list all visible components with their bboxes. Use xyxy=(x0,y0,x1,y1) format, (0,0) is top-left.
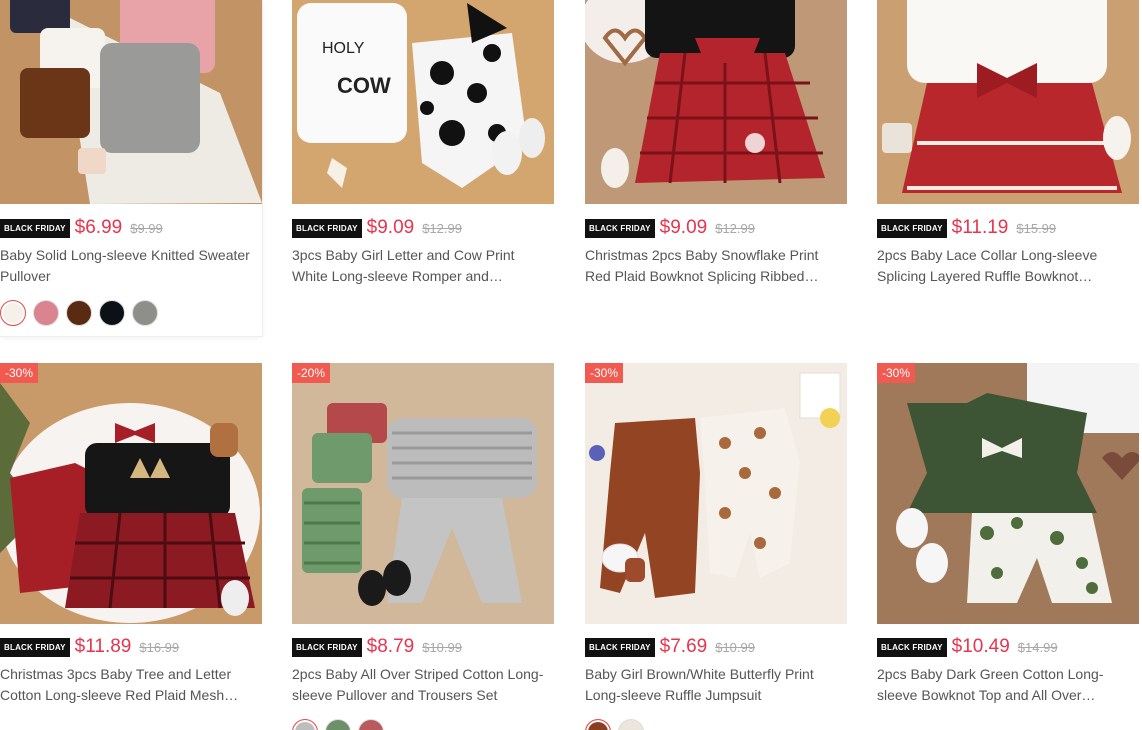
product-image[interactable] xyxy=(585,0,847,204)
product-photo xyxy=(0,0,262,204)
color-swatch[interactable] xyxy=(618,719,644,730)
product-card[interactable]: BLACK FRIDAY $9.09 $12.99 Christmas 2pcs… xyxy=(585,0,847,300)
product-card[interactable]: -30% BLACK FRIDAY $7.69 $10.99 Baby Girl… xyxy=(585,363,847,730)
discount-badge: -30% xyxy=(0,363,39,383)
price-row: BLACK FRIDAY $10.49 $14.99 xyxy=(877,635,1058,659)
color-swatches xyxy=(0,300,158,326)
product-title[interactable]: 2pcs Baby Lace Collar Long-sleeve Splici… xyxy=(877,245,1135,287)
black-friday-badge: BLACK FRIDAY xyxy=(0,218,70,238)
product-photo xyxy=(585,363,847,624)
price-row: BLACK FRIDAY $9.09 $12.99 xyxy=(292,216,462,240)
color-swatch[interactable] xyxy=(132,300,158,326)
product-card[interactable]: -30% BLACK FRIDAY $11.89 $16.99 Christma… xyxy=(0,363,262,730)
color-swatch[interactable] xyxy=(99,300,125,326)
product-image[interactable]: -20% xyxy=(292,363,554,624)
product-photo xyxy=(585,0,847,204)
product-image[interactable] xyxy=(0,0,262,204)
original-price: $16.99 xyxy=(139,639,180,655)
price-row: BLACK FRIDAY $11.19 $15.99 xyxy=(877,216,1056,240)
product-image[interactable]: -30% xyxy=(0,363,262,624)
color-swatch[interactable] xyxy=(585,719,611,730)
product-image[interactable]: -30% xyxy=(877,363,1139,624)
black-friday-badge: BLACK FRIDAY xyxy=(585,637,655,657)
discount-badge: -20% xyxy=(292,363,331,383)
product-photo xyxy=(0,363,262,624)
color-swatches xyxy=(585,719,644,730)
color-swatch[interactable] xyxy=(0,300,26,326)
black-friday-badge: BLACK FRIDAY xyxy=(877,218,947,238)
color-swatch[interactable] xyxy=(292,719,318,730)
original-price: $15.99 xyxy=(1016,220,1057,236)
svg-text:COW: COW xyxy=(337,73,391,98)
sale-price: $11.19 xyxy=(951,217,1009,238)
product-card[interactable]: BLACK FRIDAY $6.99 $9.99 Baby Solid Long… xyxy=(0,0,262,336)
product-image[interactable] xyxy=(877,0,1139,204)
original-price: $14.99 xyxy=(1017,639,1058,655)
product-photo xyxy=(877,0,1139,204)
black-friday-badge: BLACK FRIDAY xyxy=(292,637,362,657)
price-row: BLACK FRIDAY $11.89 $16.99 xyxy=(0,635,179,659)
original-price: $10.99 xyxy=(422,639,462,655)
sale-price: $9.09 xyxy=(659,217,708,238)
product-image[interactable]: HOLY COW xyxy=(292,0,554,204)
product-title[interactable]: Christmas 3pcs Baby Tree and Letter Cott… xyxy=(0,664,258,706)
black-friday-badge: BLACK FRIDAY xyxy=(877,637,947,657)
product-photo xyxy=(877,363,1139,624)
black-friday-badge: BLACK FRIDAY xyxy=(0,637,70,657)
product-title[interactable]: Baby Girl Brown/White Butterfly Print Lo… xyxy=(585,664,843,706)
product-card[interactable]: -30% BLACK FRIDAY $10.49 $14.99 2pcs Bab… xyxy=(877,363,1139,730)
product-title[interactable]: 2pcs Baby All Over Striped Cotton Long-s… xyxy=(292,664,550,706)
product-card[interactable]: -20% BLACK FRIDAY $8.79 $10.99 2pcs Baby… xyxy=(292,363,554,730)
discount-badge: -30% xyxy=(585,363,624,383)
price-row: BLACK FRIDAY $9.09 $12.99 xyxy=(585,216,755,240)
product-title[interactable]: 2pcs Baby Dark Green Cotton Long-sleeve … xyxy=(877,664,1135,706)
color-swatch[interactable] xyxy=(358,719,384,730)
product-photo xyxy=(292,363,554,624)
color-swatch[interactable] xyxy=(325,719,351,730)
black-friday-badge: BLACK FRIDAY xyxy=(585,218,655,238)
price-row: BLACK FRIDAY $7.69 $10.99 xyxy=(585,635,755,659)
color-swatches xyxy=(292,719,384,730)
sale-price: $11.89 xyxy=(74,636,132,657)
price-row: BLACK FRIDAY $6.99 $9.99 xyxy=(0,216,163,240)
black-friday-badge: BLACK FRIDAY xyxy=(292,218,362,238)
sale-price: $7.69 xyxy=(659,636,708,657)
product-title[interactable]: 3pcs Baby Girl Letter and Cow Print Whit… xyxy=(292,245,550,287)
original-price: $10.99 xyxy=(715,639,755,655)
product-card[interactable]: BLACK FRIDAY $11.19 $15.99 2pcs Baby Lac… xyxy=(877,0,1139,300)
discount-badge: -30% xyxy=(877,363,916,383)
sale-price: $6.99 xyxy=(74,217,123,238)
sale-price: $10.49 xyxy=(951,636,1010,657)
product-title[interactable]: Christmas 2pcs Baby Snowflake Print Red … xyxy=(585,245,843,287)
product-image[interactable]: -30% xyxy=(585,363,847,624)
product-title[interactable]: Baby Solid Long-sleeve Knitted Sweater P… xyxy=(0,245,258,287)
original-price: $12.99 xyxy=(715,220,755,236)
color-swatch[interactable] xyxy=(66,300,92,326)
price-row: BLACK FRIDAY $8.79 $10.99 xyxy=(292,635,462,659)
sale-price: $8.79 xyxy=(366,636,415,657)
product-card[interactable]: HOLY COW BLACK FRIDAY $9.09 $12.99 3pcs … xyxy=(292,0,554,300)
sale-price: $9.09 xyxy=(366,217,415,238)
original-price: $9.99 xyxy=(130,220,163,236)
svg-text:HOLY: HOLY xyxy=(322,40,365,57)
product-photo: HOLY COW xyxy=(292,0,554,204)
color-swatch[interactable] xyxy=(33,300,59,326)
original-price: $12.99 xyxy=(422,220,462,236)
